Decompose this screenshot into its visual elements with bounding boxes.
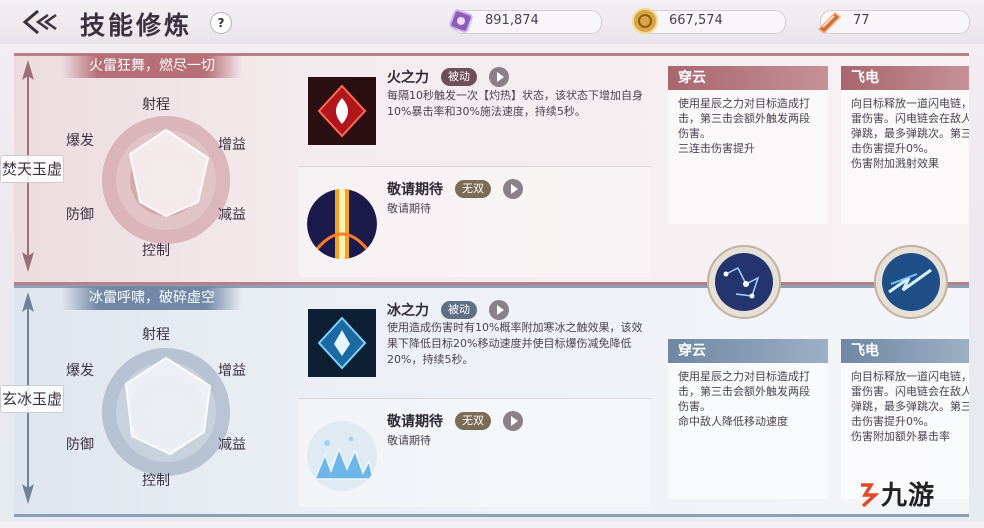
skill-description: 敬请期待 [387,202,431,215]
preview-play-icon[interactable] [489,300,509,320]
feidian-talent-orb[interactable] [873,244,949,320]
talent-description: 使用星辰之力对目标造成打击，第三击会额外触发两段伤害。 三连击伤害提升 [678,97,810,155]
passive-tag: 被动 [441,68,477,86]
fire-talent-card-feidian[interactable]: 飞电 向目标释放一道闪电链，造成雷伤害。闪电链会在敌人之间弹跳，最多弹跳次。第三… [841,66,969,224]
scroll-icon [815,7,843,35]
ice-talent-card-chuanyun[interactable]: 穿云 使用星辰之力对目标造成打击，第三击会额外触发两段伤害。 命中敌人降低移动速… [668,339,828,499]
chuanyun-talent-orb[interactable] [706,244,782,320]
ice-radar-label-range: 射程 [142,327,170,343]
fire-passive-skill[interactable]: 火之力 被动 每隔10秒触发一次【灼热】状态，该状态下增加自身10%暴击率和30… [299,56,651,166]
talent-name: 穿云 [668,339,828,363]
fire-talent-card-chuanyun[interactable]: 穿云 使用星辰之力对目标造成打击，第三击会额外触发两段伤害。 三连击伤害提升 [668,66,828,224]
watermark-text: 九游 [881,481,936,511]
ice-school-tab[interactable]: 玄冰玉虚 [0,385,64,413]
ice-emblem-icon [307,308,377,378]
ice-radar-chart: 射程 增益 减益 控制 防御 爆发 [60,314,272,524]
ice-radar-label-debuff: 减益 [218,437,246,453]
ice-banner: 冰雷呼啸，破碎虚空 [62,286,242,310]
page-title: 技能修炼 [80,11,193,40]
skill-name: 冰之力 [387,303,429,319]
coin-amount: 667,574 [669,13,723,28]
resource-crystal: 891,874 [449,9,602,34]
skill-description: 敬请期待 [387,434,431,447]
ice-crystal-icon [307,421,377,491]
fire-pillar-icon [307,189,377,259]
fire-radar-label-control: 控制 [142,243,170,259]
preview-play-icon[interactable] [503,179,523,199]
ice-radar-label-control: 控制 [142,473,170,489]
ultimate-tag: 无双 [455,180,491,198]
passive-tag: 被动 [441,301,477,319]
preview-play-icon[interactable] [503,411,523,431]
ice-radar-label-buff: 增益 [218,363,246,379]
fire-radar-label-debuff: 减益 [218,207,246,223]
coin-icon [631,7,659,35]
fire-radar-label-burst: 爆发 [66,133,94,149]
skill-description: 每隔10秒触发一次【灼热】状态，该状态下增加自身10%暴击率和30%施法速度，持… [387,89,643,118]
ice-ultimate-skill[interactable]: 敬请期待 无双 敬请期待 [299,399,651,507]
skill-name: 敬请期待 [387,182,443,198]
ice-radar-graphic [102,348,230,476]
talent-name: 飞电 [841,66,969,90]
talent-description: 使用星辰之力对目标造成打击，第三击会额外触发两段伤害。 命中敌人降低移动速度 [678,370,810,428]
crystal-amount: 891,874 [485,13,539,28]
watermark-logo-icon [861,483,880,508]
resource-coin: 667,574 [632,8,786,34]
talent-description: 向目标释放一道闪电链，造成雷伤害。闪电链会在敌人之间弹跳，最多弹跳次。第三击暴击… [851,370,969,443]
fire-radar-chart: 射程 增益 减益 控制 防御 爆发 [60,82,272,292]
preview-play-icon[interactable] [489,67,509,87]
skill-description: 使用造成伤害时有10%概率附加寒冰之触效果，该效果下降低目标20%移动速度并使目… [387,321,643,366]
skill-name: 敬请期待 [387,414,443,430]
ice-radar-label-defense: 防御 [66,437,94,453]
ice-passive-skill[interactable]: 冰之力 被动 使用造成伤害时有10%概率附加寒冰之触效果，该效果下降低目标20%… [299,290,651,400]
back-button[interactable] [22,8,58,36]
fire-school-tab[interactable]: 焚天玉虚 [0,155,64,183]
help-button[interactable]: ? [210,12,232,34]
talent-name: 穿云 [668,66,828,90]
back-arrow-icon [22,9,57,35]
talent-description: 向目标释放一道闪电链，造成雷伤害。闪电链会在敌人之间弹跳，最多弹跳次。第三击暴击… [851,97,969,170]
ultimate-tag: 无双 [455,412,491,430]
watermark: 九游 [857,475,935,512]
fire-radar-label-range: 射程 [142,97,170,113]
resource-scroll: 77 [817,10,970,35]
constellation-icon [707,245,781,319]
fire-emblem-icon [307,76,377,146]
fire-radar-label-defense: 防御 [66,207,94,223]
fire-ultimate-skill[interactable]: 敬请期待 无双 敬请期待 [299,167,651,277]
crystal-icon [447,7,475,35]
skill-name: 火之力 [387,70,429,86]
ice-radar-label-burst: 爆发 [66,363,94,379]
scroll-amount: 77 [853,13,870,28]
talent-name: 飞电 [841,339,969,363]
fire-banner: 火雷狂舞，燃尽一切 [62,54,242,78]
fire-radar-label-buff: 增益 [218,137,246,153]
lightning-icon [874,245,948,319]
